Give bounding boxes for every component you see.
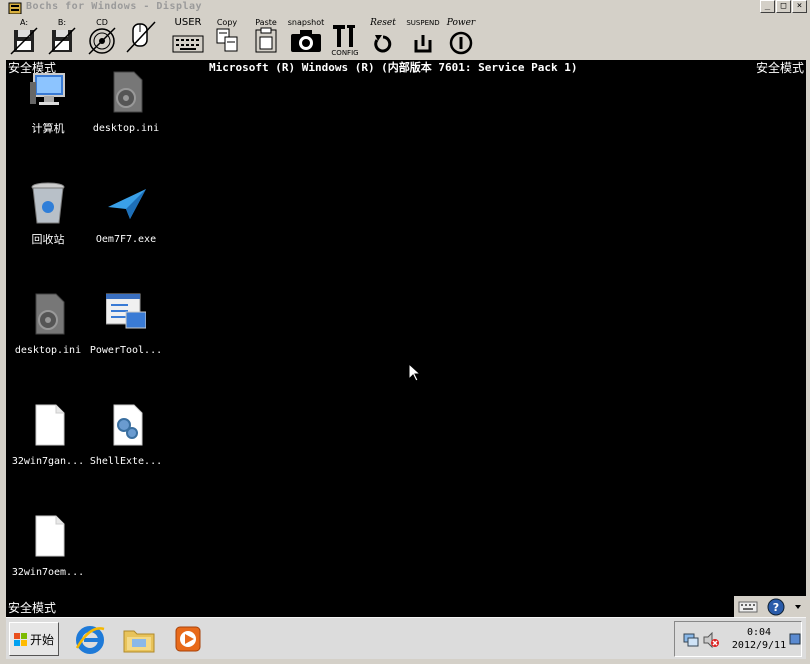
blank-file-icon — [35, 515, 65, 557]
camera-icon — [291, 30, 321, 52]
config-label: CONFIG — [331, 49, 359, 57]
paper-plane-icon — [108, 189, 146, 219]
copy-icon — [216, 28, 238, 52]
bochs-app-icon — [8, 0, 22, 15]
reset-icon — [374, 35, 392, 53]
svg-text:?: ? — [773, 601, 779, 614]
recycle-bin-icon — [31, 182, 65, 224]
paste-button[interactable]: Paste — [250, 18, 282, 58]
suspend-button[interactable]: SUSPEND — [404, 18, 442, 58]
power-button[interactable]: Power — [442, 18, 480, 58]
show-desktop-icon[interactable] — [789, 632, 801, 646]
desktop-icon-label: 32win7gan... — [11, 456, 85, 467]
settings-file-icon — [113, 404, 143, 446]
volume-muted-icon[interactable] — [703, 632, 719, 648]
safe-mode-top-right: 安全模式 — [756, 61, 805, 75]
power-label: Power — [446, 18, 476, 28]
gear-file-icon — [113, 71, 143, 113]
mouse-cursor-icon — [408, 363, 422, 382]
paste-icon — [255, 27, 277, 53]
cdrom-button[interactable]: CD — [86, 18, 118, 58]
desktop-icon-label: Oem7F7.exe — [95, 234, 157, 245]
network-icon[interactable] — [683, 632, 699, 648]
desktop-icon-label: desktop.ini — [14, 345, 82, 356]
desktop-icon-label: ShellExte... — [89, 456, 163, 467]
suspend-label: SUSPEND — [406, 19, 440, 27]
power-icon — [449, 31, 473, 55]
clock-date: 2012/9/11 — [731, 640, 787, 651]
mouse-toggle-button[interactable] — [124, 18, 158, 58]
floppy-disk-icon — [10, 27, 38, 55]
tools-icon — [333, 25, 355, 47]
folder-icon — [123, 630, 155, 653]
mouse-icon — [126, 21, 156, 53]
desktop-icon-label: desktop.ini — [92, 123, 160, 134]
user-label: USER — [174, 17, 202, 28]
floppy-b-button[interactable]: B: — [46, 18, 78, 58]
internet-explorer-icon — [75, 626, 105, 654]
floppy-a-button[interactable]: A: — [8, 18, 40, 58]
start-button[interactable]: 开始 — [9, 622, 59, 656]
keyboard-icon[interactable] — [738, 598, 758, 615]
help-icon[interactable]: ? — [766, 597, 786, 616]
suspend-icon — [414, 35, 432, 53]
reset-label: Reset — [370, 18, 396, 28]
windows-logo-icon — [14, 633, 27, 646]
taskbar-explorer[interactable] — [122, 623, 156, 655]
user-button[interactable]: USER — [170, 18, 206, 58]
taskbar: 开始 0:04 2012/9/11 — [6, 617, 806, 659]
clock-time: 0:04 — [746, 627, 772, 638]
computer-icon — [30, 73, 65, 105]
close-button[interactable]: × — [792, 0, 807, 13]
config-button[interactable]: CONFIG — [328, 18, 362, 58]
snapshot-button[interactable]: snapshot — [286, 18, 326, 58]
taskbar-clock[interactable]: 0:04 2012/9/11 — [729, 626, 789, 652]
desktop-icon-label: 回收站 — [31, 234, 65, 246]
cdrom-icon — [88, 27, 116, 55]
title-bar[interactable]: Bochs for Windows - Display _ □ × — [0, 0, 810, 15]
right-window-edge — [806, 60, 810, 660]
start-label: 开始 — [30, 633, 55, 647]
keyboard-icon — [172, 35, 204, 53]
reset-button[interactable]: Reset — [366, 18, 400, 58]
chevron-down-icon[interactable] — [792, 598, 804, 615]
input-tray: ? — [734, 596, 806, 617]
taskbar-internet-explorer[interactable] — [74, 623, 108, 655]
bochs-toolbar: A: B: CD USER Copy Paste snapshot CONFIG… — [0, 14, 810, 60]
gear-file-icon — [35, 293, 65, 335]
window-title: Bochs for Windows - Display — [26, 1, 203, 12]
copy-button[interactable]: Copy — [212, 18, 242, 58]
desktop-icon-label: 计算机 — [31, 123, 65, 135]
maximize-button[interactable]: □ — [776, 0, 791, 13]
media-player-icon — [175, 626, 201, 652]
floppy-disk-icon — [48, 27, 76, 55]
desktop-icon-label: PowerTool... — [89, 345, 163, 356]
desktop-icon-label: 32win7oem... — [11, 567, 85, 578]
taskbar-media-player[interactable] — [172, 623, 206, 655]
windows-version-banner: Microsoft (R) Windows (R) (内部版本 7601: Se… — [209, 61, 578, 74]
minimize-button[interactable]: _ — [760, 0, 775, 13]
blank-file-icon — [35, 404, 65, 446]
emulator-screen[interactable]: 安全模式 Microsoft (R) Windows (R) (内部版本 760… — [6, 60, 806, 617]
powertool-icon — [106, 293, 146, 329]
bochs-window: Bochs for Windows - Display _ □ × A: B: — [0, 0, 810, 664]
safe-mode-bottom-left: 安全模式 — [8, 601, 57, 615]
notification-area: 0:04 2012/9/11 — [674, 621, 802, 657]
